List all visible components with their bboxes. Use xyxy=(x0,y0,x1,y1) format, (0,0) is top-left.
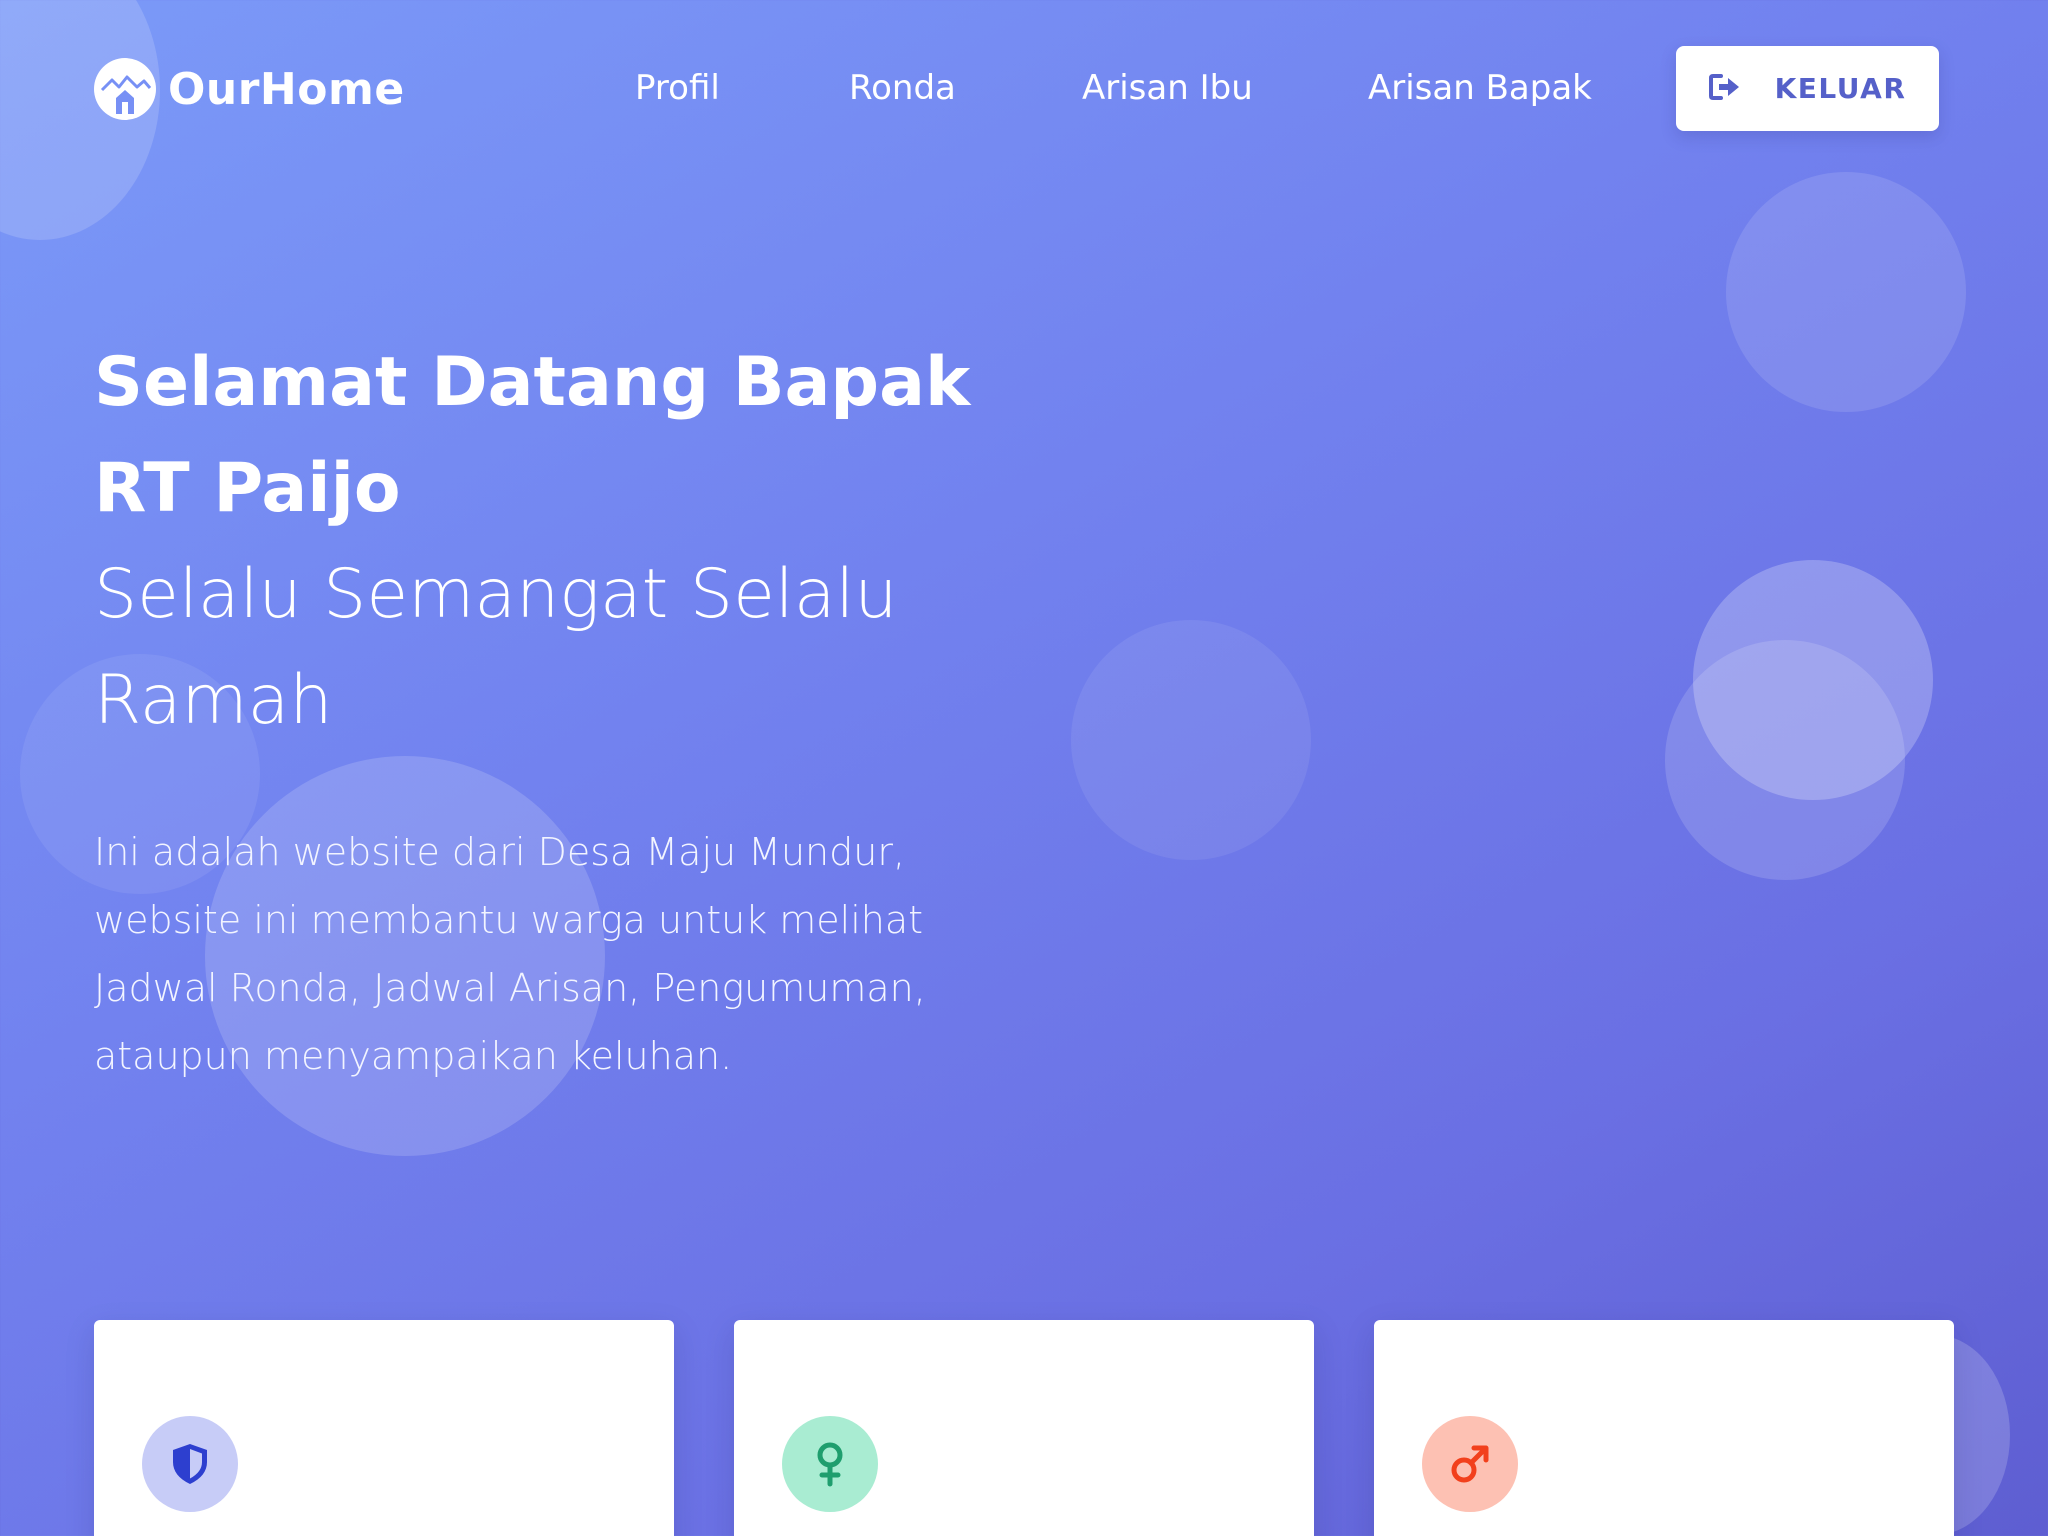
female-symbol-icon xyxy=(782,1416,878,1512)
nav-link-ronda[interactable]: Ronda xyxy=(849,68,956,108)
logout-button[interactable]: KELUAR xyxy=(1676,46,1939,131)
feature-card-ronda[interactable] xyxy=(94,1320,674,1536)
navbar: OurHome Profil Ronda Arisan Ibu Arisan B… xyxy=(0,0,2048,180)
brand-name: OurHome xyxy=(168,63,405,115)
hero-subtitle: Selalu Semangat Selalu Ramah xyxy=(94,555,898,740)
male-symbol-icon xyxy=(1422,1416,1518,1512)
decor-bubble xyxy=(1071,620,1311,860)
feature-card-arisan-ibu[interactable] xyxy=(734,1320,1314,1536)
nav-link-profil[interactable]: Profil xyxy=(635,68,720,108)
feature-card-arisan-bapak[interactable] xyxy=(1374,1320,1954,1536)
house-mountain-icon xyxy=(94,58,156,120)
hero-description: Ini adalah website dari Desa Maju Mundur… xyxy=(94,830,926,1078)
brand-link[interactable]: OurHome xyxy=(94,58,405,120)
hero-title: Selamat Datang Bapak RT Paijo xyxy=(94,343,971,528)
nav-link-arisan-bapak[interactable]: Arisan Bapak xyxy=(1368,68,1592,108)
nav-link-arisan-ibu[interactable]: Arisan Ibu xyxy=(1082,68,1253,108)
logout-label: KELUAR xyxy=(1774,72,1907,105)
decor-bubble xyxy=(1726,172,1966,412)
decor-bubble xyxy=(1665,640,1905,880)
shield-icon xyxy=(142,1416,238,1512)
sign-out-icon xyxy=(1708,73,1741,105)
hero-section: Selamat Datang Bapak RT Paijo Selalu Sem… xyxy=(94,330,1034,1090)
